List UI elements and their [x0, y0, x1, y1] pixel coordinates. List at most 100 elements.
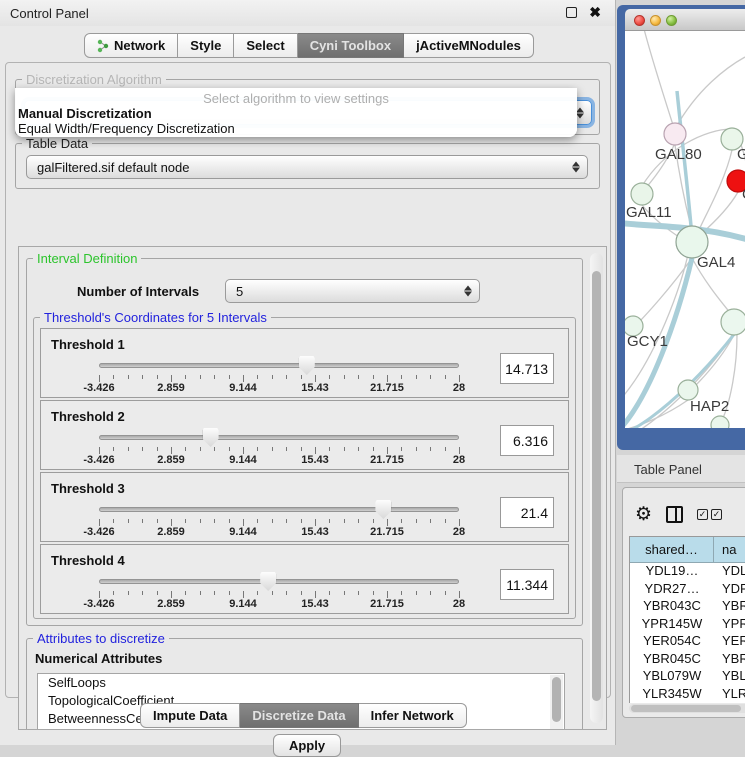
attributes-scrollbar-thumb[interactable] [552, 677, 561, 722]
slider-tick [286, 375, 287, 379]
threshold-value-field[interactable]: 21.4 [500, 497, 554, 528]
cell-shared-name[interactable]: YBR045C [630, 651, 714, 669]
cell-name[interactable]: YER0 [714, 633, 745, 651]
slider-tick-label: -3.426 [83, 382, 114, 394]
node-table[interactable]: shared… na YDL19…YDL1YDR27…YDR2YBR043CYB… [629, 536, 745, 703]
number-of-intervals-value: 5 [236, 284, 243, 299]
threshold-slider[interactable]: -3.4262.8599.14415.4321.71528 [99, 427, 459, 467]
checkbox-checked-icon[interactable]: ✓ [697, 509, 708, 520]
threshold-value-field[interactable]: 11.344 [500, 569, 554, 600]
tab-cyni-toolbox[interactable]: Cyni Toolbox [298, 33, 404, 58]
cell-name[interactable]: YDR2 [714, 581, 745, 599]
column-header-name[interactable]: na [714, 537, 745, 563]
slider-tick [243, 447, 244, 454]
tab-infer-network[interactable]: Infer Network [359, 703, 467, 728]
attribute-item[interactable]: SelfLoops [38, 674, 564, 692]
algorithm-option[interactable]: Manual Discretization [15, 106, 577, 121]
threshold-value-field[interactable]: 14.713 [500, 353, 554, 384]
tab-label: Style [190, 38, 221, 53]
mac-close-icon[interactable] [634, 15, 645, 26]
network-node[interactable] [711, 416, 729, 428]
threshold-slider[interactable]: -3.4262.8599.14415.4321.71528 [99, 355, 459, 395]
cell-name[interactable]: YPR1 [714, 616, 745, 634]
slider-tick-label: 9.144 [229, 598, 257, 610]
close-icon[interactable]: ✖ [589, 4, 601, 21]
threshold-slider[interactable]: -3.4262.8599.14415.4321.71528 [99, 571, 459, 611]
column-header-shared-name[interactable]: shared… [630, 537, 714, 563]
main-scrollbar-thumb[interactable] [592, 271, 601, 701]
float-window-icon[interactable] [566, 7, 577, 18]
tab-jactivemnodules[interactable]: jActiveMNodules [404, 33, 534, 58]
cell-shared-name[interactable]: YBR043C [630, 598, 714, 616]
split-table-icon[interactable] [666, 506, 683, 523]
slider-thumb[interactable] [203, 428, 219, 447]
slider-tick [416, 447, 417, 451]
cell-shared-name[interactable]: YDR27… [630, 581, 714, 599]
slider-track[interactable] [99, 435, 459, 440]
tab-impute-data[interactable]: Impute Data [140, 703, 240, 728]
table-data-combo[interactable]: galFiltered.sif default node [26, 155, 588, 179]
table-row[interactable]: YLR345WYLR3 [630, 686, 745, 704]
slider-tick [257, 447, 258, 451]
top-tab-bar: Network Style SelectCyni ToolboxjActiveMNo… [84, 33, 534, 58]
table-data-label: Table Data [22, 136, 92, 151]
table-row[interactable]: YBR045CYBR0 [630, 651, 745, 669]
network-canvas[interactable]: GAL80GACGAL11GAL4GCY1HHAP2 [625, 31, 745, 428]
table-row[interactable]: YDL19…YDL1 [630, 563, 745, 581]
cell-shared-name[interactable]: YBL079W [630, 668, 714, 686]
tab-select[interactable]: Select [234, 33, 297, 58]
threshold-slider[interactable]: -3.4262.8599.14415.4321.71528 [99, 499, 459, 539]
apply-button[interactable]: Apply [273, 734, 341, 757]
network-node[interactable] [631, 183, 653, 205]
slider-tick-label: 21.715 [370, 598, 404, 610]
threshold-value-field[interactable]: 6.316 [500, 425, 554, 456]
tab-network[interactable]: Network [84, 33, 178, 58]
network-window-titlebar[interactable] [625, 9, 745, 31]
slider-tick [301, 447, 302, 451]
table-row[interactable]: YBR043CYBR0 [630, 598, 745, 616]
table-row[interactable]: YPR145WYPR1 [630, 616, 745, 634]
cell-shared-name[interactable]: YLR345W [630, 686, 714, 704]
network-node[interactable] [721, 309, 745, 335]
table-hscrollbar[interactable] [629, 704, 745, 713]
slider-tick [214, 447, 215, 451]
tab-discretize-data[interactable]: Discretize Data [240, 703, 358, 728]
slider-tick [229, 375, 230, 379]
tab-style[interactable]: Style [178, 33, 234, 58]
cell-shared-name[interactable]: YER054C [630, 633, 714, 651]
slider-thumb[interactable] [299, 356, 315, 375]
algorithm-option[interactable]: Equal Width/Frequency Discretization [15, 121, 577, 136]
slider-track[interactable] [99, 507, 459, 512]
cell-name[interactable]: YLR3 [714, 686, 745, 704]
cell-shared-name[interactable]: YPR145W [630, 616, 714, 634]
slider-tick [373, 375, 374, 379]
mac-zoom-icon[interactable] [666, 15, 677, 26]
slider-thumb[interactable] [260, 572, 276, 591]
cell-name[interactable]: YBL0 [714, 668, 745, 686]
slider-tick [315, 375, 316, 382]
table-row[interactable]: YDR27…YDR2 [630, 581, 745, 599]
slider-thumb[interactable] [375, 500, 391, 519]
algorithm-dropdown-popup: Select algorithm to view settings Manual… [15, 88, 577, 137]
table-hscrollbar-thumb[interactable] [631, 705, 741, 712]
gear-icon[interactable]: ⚙ [635, 505, 652, 524]
cell-name[interactable]: YDL1 [714, 563, 745, 581]
mac-minimize-icon[interactable] [650, 15, 661, 26]
slider-tick-label: 28 [453, 382, 465, 394]
cell-name[interactable]: YBR0 [714, 651, 745, 669]
table-row[interactable]: YER054CYER0 [630, 633, 745, 651]
checkbox-checked-icon[interactable]: ✓ [711, 509, 722, 520]
main-scrollbar[interactable] [590, 253, 603, 723]
cell-shared-name[interactable]: YDL19… [630, 563, 714, 581]
discretization-algorithm-label: Discretization Algorithm [22, 72, 166, 87]
slider-tick [243, 591, 244, 598]
number-of-intervals-combo[interactable]: 5 [225, 279, 480, 303]
cell-name[interactable]: YBR0 [714, 598, 745, 616]
table-row[interactable]: YBL079WYBL0 [630, 668, 745, 686]
network-node[interactable] [678, 380, 698, 400]
slider-track[interactable] [99, 363, 459, 368]
attributes-scrollbar[interactable] [550, 675, 563, 730]
slider-track[interactable] [99, 579, 459, 584]
network-node[interactable] [664, 123, 686, 145]
network-window: GAL80GACGAL11GAL4GCY1HHAP2 [617, 5, 745, 450]
